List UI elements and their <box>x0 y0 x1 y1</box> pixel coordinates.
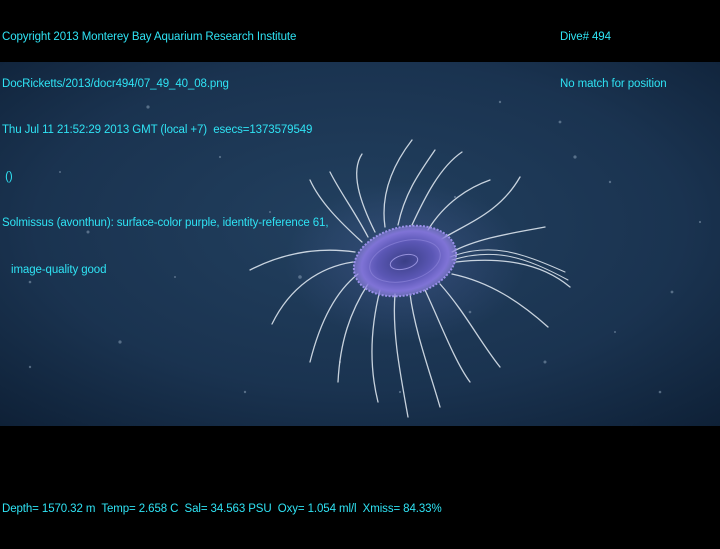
telemetry-bar: Depth= 1570.32 m Temp= 2.658 C Sal= 34.5… <box>2 471 442 549</box>
copyright-text: Copyright 2013 Monterey Bay Aquarium Res… <box>2 31 297 43</box>
header-info: Copyright 2013 Monterey Bay Aquarium Res… <box>2 0 329 309</box>
file-path-text: DocRicketts/2013/docr494/07_49_40_08.png <box>2 77 229 90</box>
dive-number-text: Dive# 494 <box>560 31 611 43</box>
telemetry-text: Depth= 1570.32 m Temp= 2.658 C Sal= 34.5… <box>2 503 442 515</box>
annotation-line-2: image-quality good <box>11 263 107 276</box>
video-frame: Copyright 2013 Monterey Bay Aquarium Res… <box>0 0 720 515</box>
blank-parens-text: () <box>2 170 13 183</box>
timestamp-text: Thu Jul 11 21:52:29 2013 GMT (local +7) … <box>2 124 313 136</box>
annotation-line-1: Solmissus (avonthun): surface-color purp… <box>2 217 329 229</box>
position-status-text: No match for position <box>560 77 667 90</box>
dive-info: Dive# 494 No match for position <box>560 0 667 123</box>
